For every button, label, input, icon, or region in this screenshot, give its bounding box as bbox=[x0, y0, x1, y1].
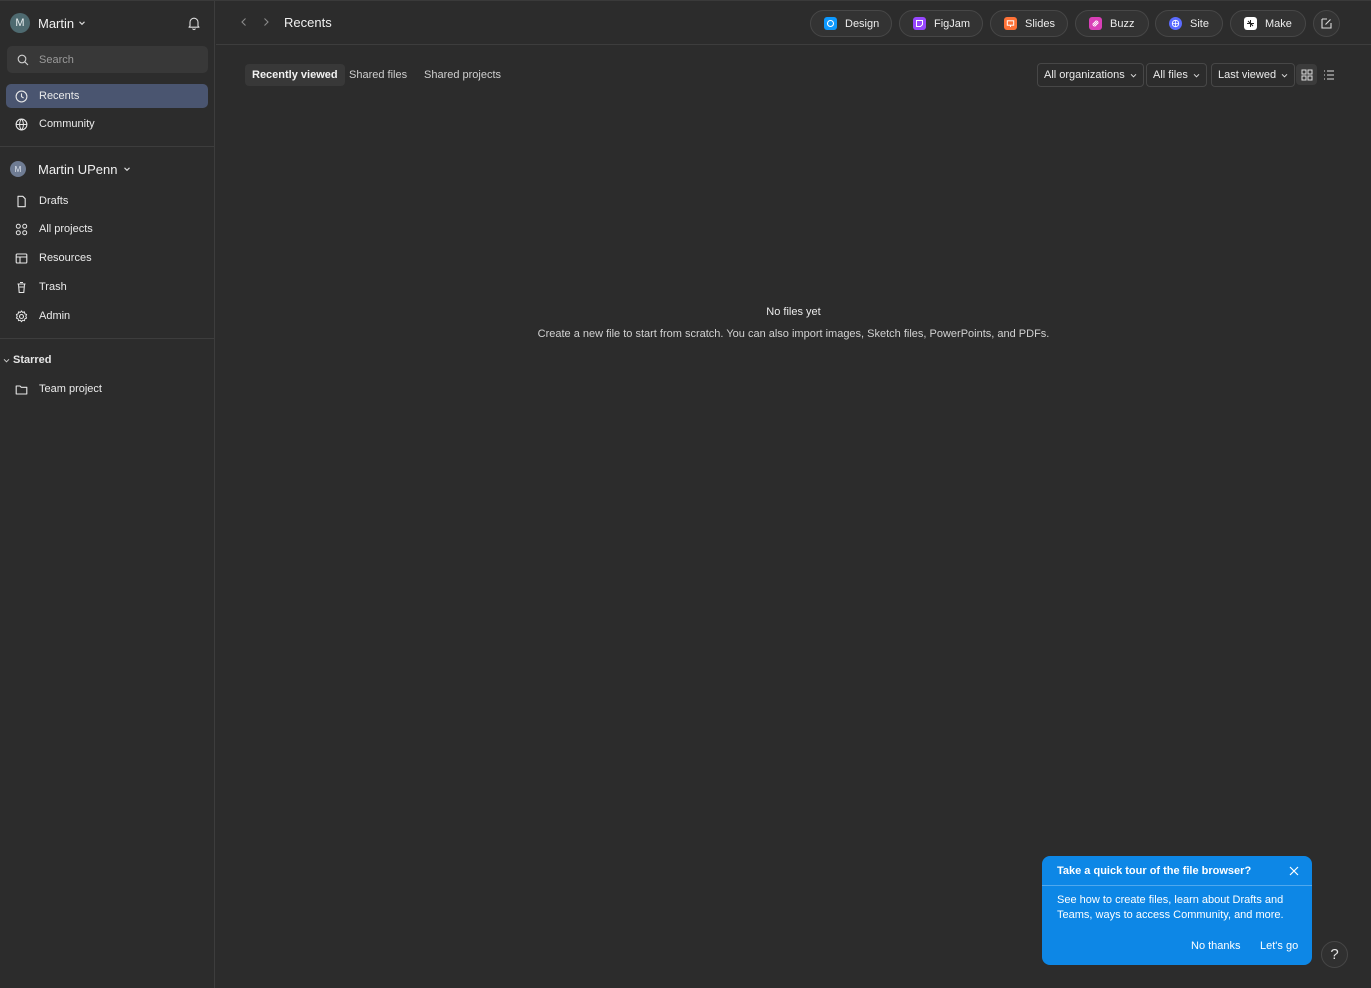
list-view-button[interactable] bbox=[1318, 64, 1339, 85]
top-bar: Recents Design FigJam Slides Buzz Site M… bbox=[216, 1, 1371, 45]
product-label: Buzz bbox=[1110, 17, 1135, 30]
sidebar-item-label: Trash bbox=[39, 281, 67, 293]
trash-icon bbox=[14, 280, 28, 294]
team-name: Martin UPenn bbox=[38, 161, 118, 177]
chevron-down-icon bbox=[1281, 73, 1288, 78]
search-input[interactable] bbox=[37, 52, 201, 67]
search-bar[interactable] bbox=[7, 46, 208, 73]
empty-state-title: No files yet bbox=[766, 306, 821, 318]
organization-filter[interactable]: All organizations bbox=[1037, 63, 1144, 87]
tab-shared-projects[interactable]: Shared projects bbox=[417, 64, 508, 86]
back-arrow-icon[interactable] bbox=[237, 15, 251, 29]
search-icon bbox=[17, 54, 29, 65]
product-label: Make bbox=[1265, 17, 1292, 30]
tour-body: See how to create files, learn about Dra… bbox=[1057, 894, 1284, 921]
chevron-down-icon bbox=[79, 21, 86, 26]
product-label: Site bbox=[1190, 17, 1209, 30]
new-design-button[interactable]: Design bbox=[810, 10, 892, 37]
sidebar-item-label: Community bbox=[39, 118, 95, 130]
sidebar-item-label: Resources bbox=[39, 252, 92, 264]
account-name: Martin bbox=[38, 15, 75, 31]
sidebar-item-label: Recents bbox=[39, 90, 80, 102]
sidebar-item-community[interactable]: Community bbox=[6, 112, 208, 136]
no-thanks-button[interactable]: No thanks bbox=[1191, 940, 1241, 952]
lets-go-button[interactable]: Let's go bbox=[1260, 940, 1298, 952]
sidebar-item-label: All projects bbox=[39, 223, 93, 235]
tour-title: Take a quick tour of the file browser? bbox=[1057, 865, 1252, 877]
breadcrumb: Recents bbox=[284, 15, 332, 30]
team-avatar: M bbox=[10, 161, 26, 177]
chevron-down-icon bbox=[1130, 73, 1137, 78]
new-file-button[interactable] bbox=[1313, 10, 1340, 37]
site-icon bbox=[1169, 17, 1182, 30]
product-label: Slides bbox=[1025, 17, 1055, 30]
avatar: M bbox=[10, 13, 30, 33]
chevron-down-icon bbox=[3, 358, 10, 363]
tour-divider bbox=[1042, 885, 1312, 886]
chevron-down-icon bbox=[1193, 73, 1200, 78]
bell-icon[interactable] bbox=[186, 15, 202, 31]
new-site-button[interactable]: Site bbox=[1155, 10, 1223, 37]
sidebar-item-label: Drafts bbox=[39, 195, 69, 207]
starred-heading: Starred bbox=[13, 354, 52, 366]
sort-dropdown-label: Last viewed bbox=[1218, 69, 1277, 81]
help-icon: ? bbox=[1330, 946, 1339, 963]
product-label: FigJam bbox=[934, 17, 971, 30]
sidebar-item-admin[interactable]: Admin bbox=[6, 304, 208, 328]
tour-popup: Take a quick tour of the file browser? S… bbox=[1042, 856, 1312, 965]
gear-icon bbox=[14, 309, 28, 323]
help-button[interactable]: ? bbox=[1321, 941, 1348, 968]
sidebar: M Martin Recents Community M Martin UPen… bbox=[0, 1, 215, 988]
file-icon bbox=[14, 194, 28, 208]
sidebar-item-label: Admin bbox=[39, 310, 71, 322]
tab-recently-viewed[interactable]: Recently viewed bbox=[245, 64, 345, 86]
file-browser-window: M Martin Recents Community M Martin UPen… bbox=[0, 0, 1371, 988]
new-make-button[interactable]: Make bbox=[1230, 10, 1306, 37]
make-icon bbox=[1244, 17, 1257, 30]
chevron-down-icon bbox=[124, 167, 131, 172]
new-buzz-button[interactable]: Buzz bbox=[1075, 10, 1149, 37]
forward-arrow-icon[interactable] bbox=[259, 15, 273, 29]
file-type-filter-label: All files bbox=[1153, 69, 1188, 81]
file-type-filter[interactable]: All files bbox=[1146, 63, 1207, 87]
buzz-icon bbox=[1089, 17, 1102, 30]
sidebar-item-trash[interactable]: Trash bbox=[6, 275, 208, 299]
figjam-icon bbox=[913, 17, 926, 30]
grid-view-icon bbox=[1301, 69, 1312, 80]
team-switcher[interactable]: M Martin UPenn bbox=[10, 158, 131, 180]
account-switcher[interactable]: M Martin bbox=[10, 11, 86, 35]
new-figjam-button[interactable]: FigJam bbox=[899, 10, 983, 37]
sidebar-item-team-project[interactable]: Team project bbox=[6, 377, 208, 401]
sidebar-item-drafts[interactable]: Drafts bbox=[6, 189, 208, 213]
design-icon bbox=[824, 17, 837, 30]
folder-icon bbox=[14, 382, 28, 396]
edit-icon bbox=[1321, 18, 1332, 29]
grid-view-button[interactable] bbox=[1296, 64, 1317, 85]
product-label: Design bbox=[845, 17, 880, 30]
sidebar-item-resources[interactable]: Resources bbox=[6, 246, 208, 270]
organization-filter-label: All organizations bbox=[1044, 69, 1125, 81]
globe-icon bbox=[14, 117, 28, 131]
sidebar-divider bbox=[0, 146, 215, 147]
tab-shared-files[interactable]: Shared files bbox=[342, 64, 414, 86]
new-slides-button[interactable]: Slides bbox=[990, 10, 1068, 37]
sidebar-item-all-projects[interactable]: All projects bbox=[6, 217, 208, 241]
grid-icon bbox=[14, 222, 28, 236]
list-view-icon bbox=[1323, 70, 1334, 79]
starred-section-toggle[interactable]: Starred bbox=[3, 352, 52, 368]
sort-dropdown[interactable]: Last viewed bbox=[1211, 63, 1296, 87]
resources-icon bbox=[14, 251, 28, 265]
slides-icon bbox=[1004, 17, 1017, 30]
close-icon[interactable] bbox=[1287, 864, 1301, 878]
sidebar-item-label: Team project bbox=[39, 383, 102, 395]
sidebar-item-recents[interactable]: Recents bbox=[6, 84, 208, 108]
empty-state-description: Create a new file to start from scratch.… bbox=[537, 328, 1050, 340]
clock-icon bbox=[14, 89, 28, 103]
sidebar-divider bbox=[0, 338, 215, 339]
